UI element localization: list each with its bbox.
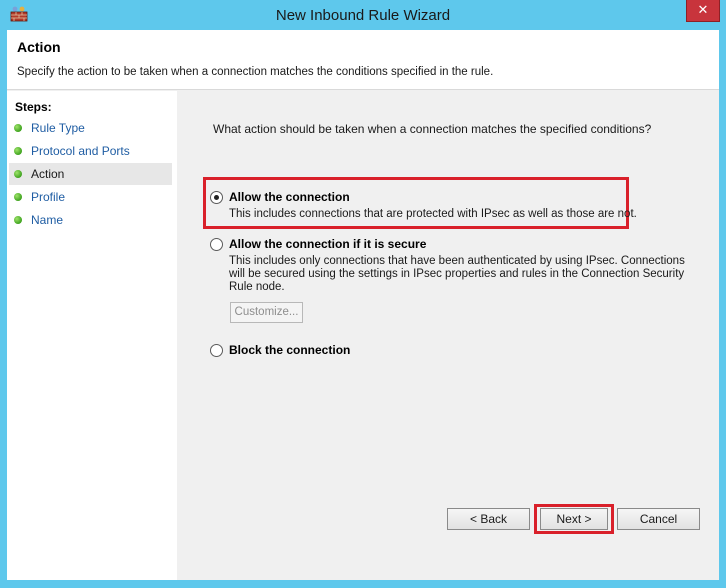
wizard-client-area: Action Specify the action to be taken wh…	[7, 30, 719, 580]
step-complete-icon	[14, 216, 22, 224]
description-line: Rule node.	[229, 281, 285, 293]
option-description: This includes connections that are prote…	[229, 208, 637, 220]
step-protocol-and-ports[interactable]: Protocol and Ports	[9, 140, 172, 162]
radio-allow-if-secure[interactable]	[210, 238, 223, 251]
step-label: Name	[31, 213, 64, 227]
page-title: Action	[17, 39, 61, 55]
radio-allow-connection[interactable]	[210, 191, 223, 204]
next-button[interactable]: Next >	[540, 508, 608, 530]
page-description: Specify the action to be taken when a co…	[17, 66, 494, 78]
option-block-connection[interactable]: Block the connection	[210, 343, 690, 361]
step-complete-icon	[14, 124, 22, 132]
description-line: This includes only connections that have…	[229, 255, 685, 267]
option-title: Allow the connection	[229, 190, 350, 204]
option-description: This includes only connections that have…	[229, 255, 685, 294]
step-profile[interactable]: Profile	[9, 186, 172, 208]
step-complete-icon	[14, 193, 22, 201]
step-complete-icon	[14, 170, 22, 178]
step-label: Rule Type	[31, 121, 85, 135]
description-line: will be secured using the settings in IP…	[229, 268, 685, 280]
page-header: Action Specify the action to be taken wh…	[7, 30, 719, 90]
action-pane: What action should be taken when a conne…	[177, 91, 719, 580]
customize-button[interactable]: Customize...	[230, 302, 303, 323]
step-label: Action	[31, 167, 65, 181]
cancel-button[interactable]: Cancel	[617, 508, 700, 530]
back-button[interactable]: < Back	[447, 508, 530, 530]
step-complete-icon	[14, 147, 22, 155]
option-allow-if-secure[interactable]: Allow the connection if it is secure Thi…	[210, 237, 690, 297]
option-title: Block the connection	[229, 343, 351, 357]
step-name[interactable]: Name	[9, 209, 172, 231]
action-question: What action should be taken when a conne…	[213, 122, 652, 136]
option-title: Allow the connection if it is secure	[229, 237, 427, 251]
title-bar: New Inbound Rule Wizard ✕	[0, 0, 726, 30]
option-allow-connection[interactable]: Allow the connection This includes conne…	[210, 190, 690, 224]
radio-block-connection[interactable]	[210, 344, 223, 357]
window-title: New Inbound Rule Wizard	[275, 7, 451, 24]
close-button[interactable]: ✕	[686, 0, 720, 22]
step-rule-type[interactable]: Rule Type	[9, 117, 172, 139]
step-action[interactable]: Action	[9, 163, 172, 185]
steps-heading: Steps:	[15, 100, 52, 114]
wizard-window: New Inbound Rule Wizard ✕ Action Specify…	[0, 0, 726, 588]
step-label: Profile	[31, 190, 66, 204]
step-label: Protocol and Ports	[31, 144, 130, 158]
steps-pane: Steps: Rule Type Protocol and Ports Acti…	[7, 91, 177, 580]
